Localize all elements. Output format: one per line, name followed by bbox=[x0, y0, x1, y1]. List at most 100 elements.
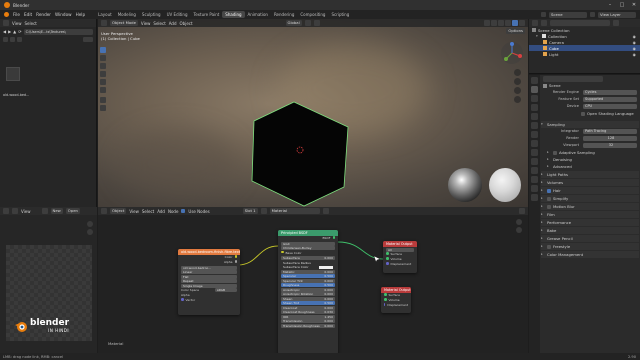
editor-type-icon[interactable] bbox=[3, 20, 9, 26]
tab-shading[interactable]: Shading bbox=[222, 11, 245, 18]
ior-field[interactable]: IOR 1.450 bbox=[281, 314, 335, 319]
surface-input-socket[interactable] bbox=[386, 252, 389, 255]
anisotropic-field[interactable]: Anisotropic 0.000 bbox=[281, 287, 335, 292]
refresh-icon[interactable]: ⟳ bbox=[18, 29, 21, 34]
render-tab-icon[interactable] bbox=[531, 86, 538, 93]
transform-tool-icon[interactable] bbox=[100, 87, 106, 93]
scene-selector[interactable]: Scene bbox=[549, 11, 587, 18]
panel-film[interactable]: ▸ Film bbox=[541, 211, 639, 218]
move-tool-icon[interactable] bbox=[100, 63, 106, 69]
viewport-editor-type-icon[interactable] bbox=[101, 20, 107, 26]
material-output-node-active[interactable]: Material Output All Surface Volume Displ… bbox=[383, 241, 417, 273]
panel-bake[interactable]: ▸ Bake bbox=[541, 227, 639, 234]
extension-select[interactable]: Repeat bbox=[181, 279, 237, 283]
clearcoat-roughness-field[interactable]: Clearcoat Roughness 0.030 bbox=[281, 310, 335, 314]
volume-input-socket[interactable] bbox=[386, 257, 389, 260]
maximize-icon[interactable]: □ bbox=[616, 2, 628, 8]
menu-render[interactable]: Render bbox=[36, 12, 51, 17]
display-mode-icon[interactable] bbox=[3, 37, 8, 42]
path-field[interactable]: C:\Users\E...ts\Textures\ bbox=[23, 28, 93, 35]
hair-checkbox[interactable] bbox=[547, 188, 551, 193]
object-tab-icon[interactable] bbox=[531, 131, 538, 138]
viewport-add-menu[interactable]: Add bbox=[169, 21, 177, 26]
file-browser-view-menu[interactable]: View bbox=[12, 21, 22, 26]
overlay-icon[interactable] bbox=[484, 20, 490, 26]
subsurface-method-select[interactable]: Christensen-Burley bbox=[281, 246, 335, 250]
principled-bsdf-node[interactable]: Principled BSDF BSDF GGX Christensen-Bur… bbox=[278, 230, 338, 354]
panel-volumes[interactable]: ▸ Volumes bbox=[541, 179, 639, 186]
open-image-button[interactable]: Open bbox=[65, 208, 80, 214]
node-pan-icon[interactable] bbox=[516, 227, 522, 233]
tab-layout[interactable]: Layout bbox=[95, 11, 115, 18]
freestyle-checkbox[interactable] bbox=[547, 244, 551, 249]
data-tab-icon[interactable] bbox=[531, 176, 538, 183]
adaptive-sampling-row[interactable]: ▸ Adaptive Sampling bbox=[541, 149, 639, 156]
mode-selector[interactable]: Object Mode bbox=[110, 20, 138, 26]
image-browse-icon[interactable] bbox=[41, 208, 48, 214]
menu-help[interactable]: Help bbox=[76, 12, 86, 17]
tab-sculpting[interactable]: Sculpting bbox=[139, 11, 164, 18]
volume-input-socket-2[interactable] bbox=[384, 298, 387, 301]
render-samples-field[interactable]: 128 bbox=[583, 136, 637, 141]
tab-modeling[interactable]: Modeling bbox=[115, 11, 139, 18]
annotate-tool-icon[interactable] bbox=[100, 97, 106, 103]
viewport-view-menu[interactable]: View bbox=[141, 21, 151, 26]
adaptive-checkbox[interactable] bbox=[553, 150, 557, 155]
motion-blur-checkbox[interactable] bbox=[547, 204, 551, 209]
texture-thumbnail[interactable] bbox=[6, 67, 20, 81]
material-shading-icon[interactable] bbox=[512, 20, 518, 26]
xray-icon[interactable] bbox=[491, 20, 497, 26]
shader-node-editor[interactable]: Object View Select Add Node Use Nodes Sl… bbox=[98, 207, 528, 354]
device-select[interactable]: CPU bbox=[583, 104, 637, 109]
output-tab-icon[interactable] bbox=[531, 95, 538, 102]
scale-tool-icon[interactable] bbox=[100, 79, 106, 85]
osl-checkbox[interactable] bbox=[581, 111, 585, 116]
tab-texture-paint[interactable]: Texture Paint bbox=[190, 11, 222, 18]
panel-grease-pencil[interactable]: ▸ Grease Pencil bbox=[541, 235, 639, 242]
image-texture-node[interactable]: old-wood-bedroom-finish-fibre-texture Co… bbox=[178, 249, 240, 315]
select-tool-icon[interactable] bbox=[100, 47, 106, 53]
panel-hair[interactable]: ▸ Hair bbox=[541, 187, 639, 194]
output-target-select[interactable]: All bbox=[386, 247, 414, 252]
image-mode-icon[interactable] bbox=[12, 208, 18, 214]
panel-performance[interactable]: ▸ Performance bbox=[541, 219, 639, 226]
feature-set-select[interactable]: Supported bbox=[583, 97, 637, 102]
navigation-gizmo[interactable] bbox=[500, 41, 524, 65]
selected-cube-object[interactable] bbox=[248, 99, 368, 207]
outliner-search[interactable] bbox=[550, 20, 610, 26]
back-arrow-icon[interactable]: ◀ bbox=[3, 29, 6, 34]
node-zoom-icon[interactable] bbox=[516, 219, 522, 225]
menu-edit[interactable]: Edit bbox=[24, 12, 32, 17]
physics-tab-icon[interactable] bbox=[531, 158, 538, 165]
tab-uv-editing[interactable]: UV Editing bbox=[164, 11, 191, 18]
simplify-checkbox[interactable] bbox=[547, 196, 551, 201]
parent-folder-icon[interactable]: ▲ bbox=[13, 29, 16, 34]
rendered-shading-icon[interactable] bbox=[519, 20, 525, 26]
bsdf-output-socket[interactable] bbox=[332, 236, 335, 239]
texture-tab-icon[interactable] bbox=[531, 194, 538, 201]
tool-tab-icon[interactable] bbox=[531, 77, 538, 84]
specular-field[interactable]: Specular 0.500 bbox=[281, 274, 335, 278]
source-select[interactable]: Single Image bbox=[181, 283, 237, 288]
panel-motion-blur[interactable]: ▸ Motion Blur bbox=[541, 203, 639, 210]
wireframe-shading-icon[interactable] bbox=[498, 20, 504, 26]
clearcoat-field[interactable]: Clearcoat 0.000 bbox=[281, 305, 335, 310]
denoising-row[interactable]: ▸ Denoising bbox=[541, 156, 639, 163]
viewport-samples-field[interactable]: 32 bbox=[583, 143, 637, 148]
outliner-item-light[interactable]: Light ◉ bbox=[529, 51, 640, 57]
snap-icon[interactable] bbox=[304, 20, 311, 26]
constraints-tab-icon[interactable] bbox=[531, 167, 538, 174]
subsurface-color-field[interactable]: Subsurface Color bbox=[281, 265, 335, 269]
interpolation-select[interactable]: Linear bbox=[181, 270, 237, 274]
search-icon[interactable] bbox=[83, 37, 93, 42]
file-browser-select-menu[interactable]: Select bbox=[25, 21, 37, 26]
image-zoom-icon[interactable] bbox=[87, 221, 93, 227]
transmission-field[interactable]: Transmission 0.000 bbox=[281, 319, 335, 323]
roughness-field[interactable]: Roughness 0.500 bbox=[281, 283, 335, 287]
panel-simplify[interactable]: ▸ Simplify bbox=[541, 195, 639, 202]
forward-arrow-icon[interactable]: ▶ bbox=[8, 29, 11, 34]
light-visibility-icon[interactable]: ◉ bbox=[633, 51, 636, 58]
alpha-output-socket[interactable] bbox=[234, 260, 237, 263]
menu-window[interactable]: Window bbox=[55, 12, 72, 17]
sampling-panel-header[interactable]: ▾ Sampling bbox=[541, 121, 639, 128]
